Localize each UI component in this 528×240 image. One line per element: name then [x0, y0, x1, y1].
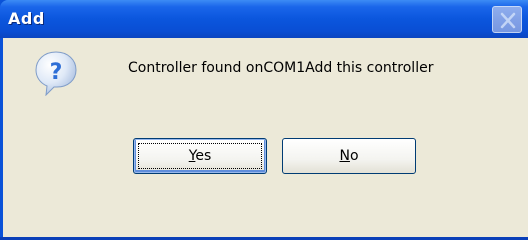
svg-text:?: ?: [50, 60, 63, 85]
message-text: Controller found onCOM1Add this controll…: [128, 60, 434, 76]
yes-button[interactable]: Yes: [133, 138, 267, 174]
question-icon: ?: [35, 51, 77, 96]
dialog-window: Add ? Controller found onCOM1Add this co…: [0, 0, 528, 240]
title-bar[interactable]: Add: [0, 0, 528, 38]
yes-button-label: Yes: [188, 148, 212, 164]
no-button[interactable]: No: [282, 138, 416, 174]
close-icon: [500, 12, 516, 29]
window-title: Add: [8, 9, 45, 28]
close-button[interactable]: [492, 6, 522, 33]
no-button-label: No: [339, 148, 359, 164]
